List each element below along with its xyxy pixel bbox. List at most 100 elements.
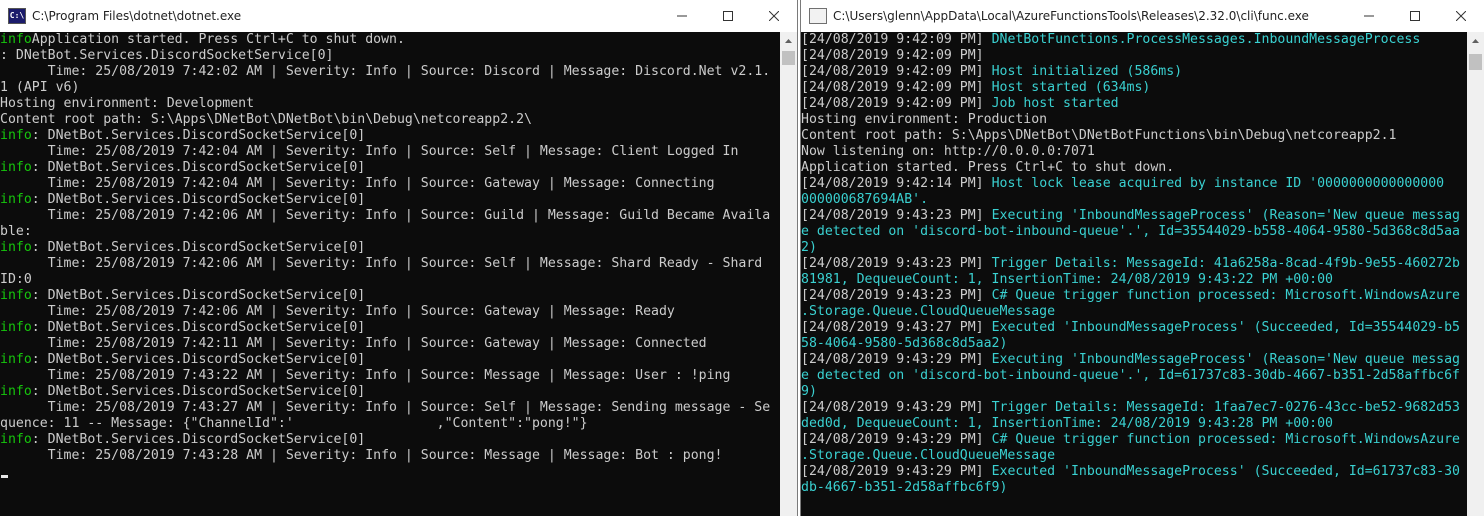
console-line: [24/08/2019 9:43:23 PM] Executing 'Inbou… [801, 208, 1467, 224]
console-text: C# Queue trigger function processed: Mic… [991, 288, 1460, 303]
console-line: [24/08/2019 9:43:23 PM] C# Queue trigger… [801, 288, 1467, 304]
scroll-up-arrow-icon [1472, 38, 1479, 43]
console-line: Hosting environment: Production [801, 112, 1467, 128]
console-line: : DNetBot.Services.DiscordSocketService[… [0, 48, 780, 64]
console-text: [24/08/2019 9:43:29 PM] [801, 352, 992, 367]
console-line: ded0d, DequeueCount: 1, InsertionTime: 2… [801, 416, 1467, 432]
console-line: [24/08/2019 9:42:09 PM] Job host started [801, 96, 1467, 112]
console-line: [24/08/2019 9:43:27 PM] Executed 'Inboun… [801, 320, 1467, 336]
console-text: 000000687694AB'. [801, 192, 929, 207]
log-level-label: info [0, 432, 32, 447]
title-bar[interactable]: C:\ C:\Program Files\dotnet\dotnet.exe [0, 0, 797, 32]
maximize-button[interactable] [1392, 0, 1438, 32]
console-text: : DNetBot.Services.DiscordSocketService[… [31, 192, 366, 207]
console-line: [24/08/2019 9:43:29 PM] Executing 'Inbou… [801, 352, 1467, 368]
console-text: : DNetBot.Services.DiscordSocketService[… [31, 160, 366, 175]
console-text: : DNetBot.Services.DiscordSocketService[… [0, 48, 334, 63]
console-text: [24/08/2019 9:43:23 PM] [801, 288, 992, 303]
func-console-window[interactable]: C:\Users\glenn\AppData\Local\AzureFuncti… [800, 0, 1484, 516]
console-line: [24/08/2019 9:42:09 PM] DNetBotFunctions… [801, 32, 1467, 48]
console-line: Now listening on: http://0.0.0.0:7071 [801, 144, 1467, 160]
console-line: [24/08/2019 9:43:23 PM] Trigger Details:… [801, 256, 1467, 272]
console-line: 9) [801, 384, 1467, 400]
minimize-button[interactable] [1346, 0, 1392, 32]
console-text: .Storage.Queue.CloudQueueMessage [801, 304, 1056, 319]
console-text: Now listening on: http://0.0.0.0:7071 [801, 144, 1095, 159]
console-line: Content root path: S:\Apps\DNetBot\DNetB… [801, 128, 1467, 144]
minimize-icon [1364, 15, 1374, 17]
console-line: info: DNetBot.Services.DiscordSocketServ… [0, 384, 780, 400]
console-line: infoApplication started. Press Ctrl+C to… [0, 32, 780, 48]
console-app-icon: C:\ [8, 8, 26, 24]
console-line: 81981, DequeueCount: 1, InsertionTime: 2… [801, 272, 1467, 288]
minimize-button[interactable] [659, 0, 705, 32]
log-level-label: info [0, 240, 32, 255]
console-line: [24/08/2019 9:42:14 PM] Host lock lease … [801, 176, 1467, 192]
scroll-up-button[interactable] [780, 32, 797, 49]
console-text: Host initialized (586ms) [991, 64, 1183, 79]
vertical-scrollbar[interactable] [780, 32, 797, 516]
console-text: Time: 25/08/2019 7:42:06 AM | Severity: … [0, 304, 675, 319]
vertical-scrollbar[interactable] [1467, 32, 1484, 516]
console-text: : DNetBot.Services.DiscordSocketService[… [31, 384, 366, 399]
maximize-button[interactable] [705, 0, 751, 32]
console-text: Time: 25/08/2019 7:42:04 AM | Severity: … [0, 176, 715, 191]
console-line: .Storage.Queue.CloudQueueMessage [801, 448, 1467, 464]
console-line: Content root path: S:\Apps\DNetBot\DNetB… [0, 112, 780, 128]
console-text: [24/08/2019 9:43:27 PM] [801, 320, 992, 335]
console-line: [24/08/2019 9:42:09 PM] Host started (63… [801, 80, 1467, 96]
close-button[interactable] [751, 0, 797, 32]
console-line: Time: 25/08/2019 7:42:02 AM | Severity: … [0, 64, 780, 80]
console-text: [24/08/2019 9:43:29 PM] [801, 464, 992, 479]
console-line: Time: 25/08/2019 7:42:04 AM | Severity: … [0, 176, 780, 192]
console-text: : DNetBot.Services.DiscordSocketService[… [31, 320, 366, 335]
console-line: 1 (API v6) [0, 80, 780, 96]
console-text: Host lock lease acquired by instance ID … [991, 176, 1445, 191]
console-line: 2) [801, 240, 1467, 256]
console-text: C# Queue trigger function processed: Mic… [991, 432, 1460, 447]
console-text: 1 (API v6) [0, 80, 80, 95]
console-text: e detected on 'discord-bot-inbound-queue… [801, 368, 1460, 383]
console-output[interactable]: infoApplication started. Press Ctrl+C to… [0, 32, 780, 516]
scrollbar-thumb[interactable] [782, 51, 795, 65]
console-text: : DNetBot.Services.DiscordSocketService[… [31, 288, 366, 303]
close-button[interactable] [1438, 0, 1484, 32]
dotnet-console-window[interactable]: C:\ C:\Program Files\dotnet\dotnet.exe i… [0, 0, 798, 516]
console-line: 000000687694AB'. [801, 192, 1467, 208]
console-line: info: DNetBot.Services.DiscordSocketServ… [0, 128, 780, 144]
console-text: Time: 25/08/2019 7:43:28 AM | Severity: … [0, 448, 723, 463]
console-text: Host started (634ms) [991, 80, 1151, 95]
console-text: Content root path: S:\Apps\DNetBot\DNetB… [801, 128, 1397, 143]
console-line: info: DNetBot.Services.DiscordSocketServ… [0, 432, 780, 448]
close-icon [769, 11, 779, 21]
console-text: 2) [801, 240, 817, 255]
console-text: Executing 'InboundMessageProcess' (Reaso… [991, 352, 1460, 367]
console-text: [24/08/2019 9:43:23 PM] [801, 208, 992, 223]
console-line: info: DNetBot.Services.DiscordSocketServ… [0, 192, 780, 208]
console-text: .Storage.Queue.CloudQueueMessage [801, 448, 1056, 463]
log-level-label: info [0, 384, 32, 399]
console-output[interactable]: [24/08/2019 9:42:09 PM] DNetBotFunctions… [801, 32, 1467, 516]
title-bar[interactable]: C:\Users\glenn\AppData\Local\AzureFuncti… [801, 0, 1484, 32]
console-text: Application started. Press Ctrl+C to shu… [801, 160, 1175, 175]
console-text: Executed 'InboundMessageProcess' (Succee… [991, 464, 1460, 479]
console-app-icon [809, 8, 827, 24]
console-line: info: DNetBot.Services.DiscordSocketServ… [0, 240, 780, 256]
console-line: info: DNetBot.Services.DiscordSocketServ… [0, 160, 780, 176]
console-text: [24/08/2019 9:42:09 PM] [801, 48, 984, 63]
scroll-up-button[interactable] [1467, 32, 1484, 49]
console-line: info: DNetBot.Services.DiscordSocketServ… [0, 352, 780, 368]
window-title: C:\Program Files\dotnet\dotnet.exe [32, 9, 242, 23]
console-text: : DNetBot.Services.DiscordSocketService[… [31, 432, 366, 447]
console-line: e detected on 'discord-bot-inbound-queue… [801, 224, 1467, 240]
console-text: DNetBotFunctions.ProcessMessages.Inbound… [991, 32, 1421, 47]
scrollbar-thumb[interactable] [1469, 54, 1482, 70]
console-text: Time: 25/08/2019 7:42:04 AM | Severity: … [0, 144, 739, 159]
scroll-up-arrow-icon [785, 38, 792, 43]
console-text: Executed 'InboundMessageProcess' (Succee… [991, 320, 1460, 335]
console-line: [24/08/2019 9:42:09 PM] Host initialized… [801, 64, 1467, 80]
console-text: Content root path: S:\Apps\DNetBot\DNetB… [0, 112, 532, 127]
console-text: Trigger Details: MessageId: 41a6258a-8ca… [991, 256, 1460, 271]
maximize-icon [1410, 11, 1420, 21]
console-text: : DNetBot.Services.DiscordSocketService[… [31, 128, 366, 143]
